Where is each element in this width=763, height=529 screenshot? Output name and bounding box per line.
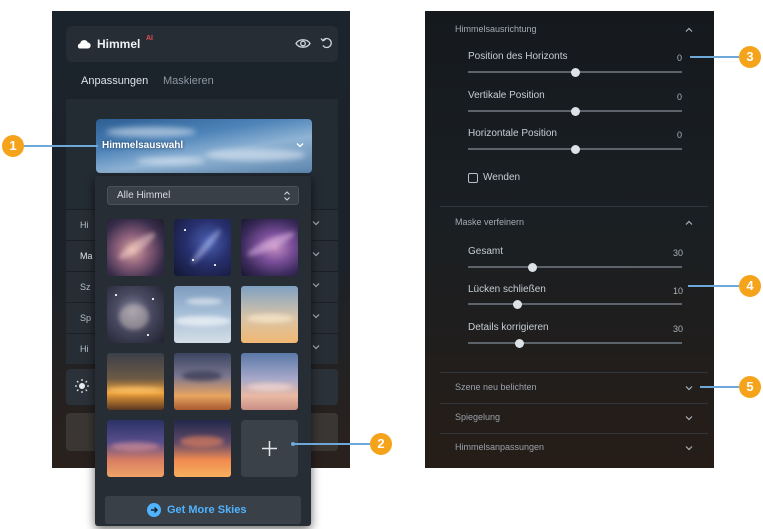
param-value: 0 (677, 53, 683, 63)
param-value: 10 (673, 286, 684, 296)
sky-thumb-cloudy-blue[interactable] (174, 286, 231, 343)
chevron-down-icon[interactable] (685, 444, 693, 452)
param-value: 30 (673, 248, 684, 258)
arrow-circle-icon (147, 503, 161, 517)
section-title-refine-mask[interactable]: Maske verfeinern (455, 217, 524, 227)
sky-thumb-milky-way[interactable] (107, 286, 164, 343)
chevron-down-icon (312, 283, 320, 288)
param-label: Vertikale Position (468, 90, 545, 101)
chevron-down-icon (312, 252, 320, 257)
chevron-down-icon[interactable] (685, 384, 693, 392)
ai-badge: AI (146, 35, 153, 42)
sky-thumb-galaxy-violet[interactable] (241, 219, 298, 276)
sky-thumb-dusk-pink[interactable] (241, 353, 298, 410)
slider-close-gaps[interactable] (468, 299, 682, 309)
divider (440, 206, 708, 207)
divider (440, 433, 708, 434)
slider-vertical-position[interactable] (468, 106, 682, 116)
slider-knob[interactable] (570, 106, 580, 116)
slider-horizon-position[interactable] (468, 67, 682, 77)
sky-thumb-sunset-dark[interactable] (107, 353, 164, 410)
param-value: 30 (673, 324, 684, 334)
sky-thumb-sunset-warm[interactable] (241, 286, 298, 343)
slider-knob[interactable] (514, 338, 524, 348)
param-value: 0 (677, 92, 683, 102)
sky-thumb-evening-violet[interactable] (107, 420, 164, 477)
param-label: Horizontale Position (468, 128, 557, 139)
panel-header[interactable]: Himmel AI (66, 26, 338, 62)
sky-dropdown: Alle Himmel Get More Skies (95, 176, 311, 526)
chevron-down-icon (312, 314, 320, 319)
chevron-down-icon (296, 143, 304, 148)
reset-icon[interactable] (320, 36, 333, 49)
chevron-up-icon[interactable] (685, 219, 693, 227)
callout-dot (291, 442, 295, 446)
param-label: Details korrigieren (468, 322, 549, 333)
sky-thumb-galaxy-pink[interactable] (107, 219, 164, 276)
select-caret-icon (284, 191, 290, 201)
row-label: Ma (80, 251, 93, 261)
sky-category-value: Alle Himmel (117, 190, 171, 201)
plus-icon (262, 441, 277, 456)
callout-line (294, 443, 370, 445)
row-label: Hi (80, 344, 89, 354)
tab-masking[interactable]: Maskieren (163, 75, 214, 87)
param-value: 0 (677, 130, 683, 140)
slider-horizontal-position[interactable] (468, 144, 682, 154)
get-more-skies-label: Get More Skies (167, 504, 247, 516)
get-more-skies-button[interactable]: Get More Skies (105, 496, 301, 524)
cloud-icon (77, 40, 91, 49)
row-label: Sp (80, 313, 92, 323)
sun-icon (75, 379, 89, 393)
param-label: Gesamt (468, 246, 504, 257)
add-sky-button[interactable] (241, 420, 298, 477)
section-reflection[interactable]: Spiegelung (455, 412, 500, 422)
slider-knob[interactable] (512, 299, 522, 309)
panel-title: Himmel (97, 37, 141, 51)
eye-icon[interactable] (295, 38, 311, 49)
callout-line (690, 56, 739, 58)
sky-panel-right: Himmelsausrichtung Position des Horizont… (425, 11, 714, 468)
sky-selector-label: Himmelsauswahl (102, 140, 184, 151)
callout-2: 2 (370, 433, 392, 455)
tab-adjustments[interactable]: Anpassungen (81, 75, 148, 87)
chevron-up-icon[interactable] (685, 26, 693, 34)
param-label: Position des Horizonts (468, 51, 568, 62)
divider (440, 372, 708, 373)
sky-category-select[interactable]: Alle Himmel (107, 186, 299, 205)
flip-checkbox[interactable] (468, 173, 478, 183)
chevron-down-icon (312, 221, 320, 226)
slider-fix-details[interactable] (468, 338, 682, 348)
callout-1: 1 (2, 135, 24, 157)
chevron-down-icon (312, 345, 320, 350)
sky-thumb-evening-orange[interactable] (174, 420, 231, 477)
callout-line (688, 285, 739, 287)
flip-checkbox-label: Wenden (483, 172, 521, 183)
section-relight-scene[interactable]: Szene neu belichten (455, 382, 537, 392)
callout-4: 4 (739, 275, 761, 297)
divider (440, 403, 708, 404)
slider-knob[interactable] (570, 144, 580, 154)
slider-knob[interactable] (527, 262, 537, 272)
sky-thumb-galaxy-blue[interactable] (174, 219, 231, 276)
sky-selector[interactable]: Himmelsauswahl (96, 119, 312, 173)
param-label: Lücken schließen (468, 284, 546, 295)
callout-5: 5 (739, 376, 761, 398)
callout-line (700, 386, 739, 388)
section-title-orientation[interactable]: Himmelsausrichtung (455, 24, 537, 34)
row-label: Sz (80, 282, 91, 292)
sky-thumb-sunset-orange[interactable] (174, 353, 231, 410)
slider-overall[interactable] (468, 262, 682, 272)
slider-knob[interactable] (570, 67, 580, 77)
section-sky-adjustments[interactable]: Himmelsanpassungen (455, 442, 544, 452)
chevron-down-icon[interactable] (685, 414, 693, 422)
row-label: Hi (80, 220, 89, 230)
callout-line (24, 145, 98, 147)
callout-3: 3 (739, 46, 761, 68)
